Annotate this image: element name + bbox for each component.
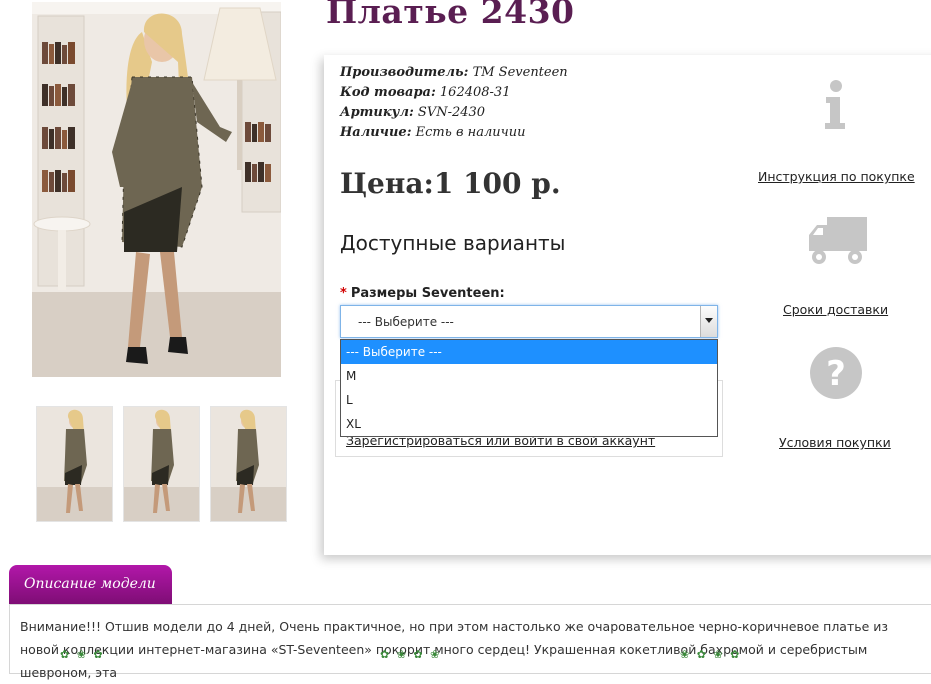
size-option[interactable]: XL [341,412,717,436]
product-price: Цена:1 100 р. [340,167,561,200]
garland-decoration: ✿ ❀ ✿ [60,648,105,661]
info-icon[interactable] [822,79,850,135]
question-icon[interactable]: ? [808,345,864,405]
product-title: Платье 2430 [326,0,575,31]
size-option[interactable]: M [341,364,717,388]
description-text: Внимание!!! Отшив модели до 4 дней, Очен… [20,619,889,680]
info-value: 162408-31 [439,85,511,100]
chevron-down-icon [705,318,713,323]
info-key: Производитель: [340,65,469,80]
availability-row: Наличие: Есть в наличии [340,123,568,143]
size-label: * Размеры Seventeen: [340,286,505,301]
garland-decoration: ❀ ✿ ❀ ✿ [680,648,742,661]
info-key: Код товара: [340,85,436,100]
info-key: Наличие: [340,125,412,140]
main-product-photo[interactable] [32,2,281,377]
product-info: Производитель: ТМ Seventeen Код товара: … [340,63,568,143]
truck-icon[interactable] [807,215,869,271]
size-dropdown-list: --- Выберите --- M L XL [340,339,718,437]
size-select[interactable]: --- Выберите --- [340,305,718,338]
thumbnail-2[interactable] [123,406,200,522]
dropdown-button[interactable] [700,306,717,337]
thumbnail-3[interactable] [210,406,287,522]
thumbnail-1[interactable] [36,406,113,522]
info-value: SVN-2430 [417,105,486,120]
tab-description-label: Описание модели [24,576,156,592]
delivery-time-link[interactable]: Сроки доставки [783,302,888,317]
article-row: Артикул: SVN-2430 [340,103,568,123]
garland-decoration: ✿ ❀ ✿ ❀ [380,648,442,661]
variants-heading: Доступные варианты [340,231,566,255]
size-select-value: --- Выберите --- [358,315,454,329]
info-value: ТМ Seventeen [472,65,568,80]
purchase-conditions-link[interactable]: Условия покупки [779,435,891,450]
info-value: Есть в наличии [415,125,526,140]
size-option[interactable]: --- Выберите --- [341,340,717,364]
size-option[interactable]: L [341,388,717,412]
product-panel: Производитель: ТМ Seventeen Код товара: … [324,55,931,555]
info-key: Артикул: [340,105,414,120]
tab-description[interactable]: Описание модели [9,565,172,605]
required-mark: * [340,286,347,301]
svg-text:?: ? [826,354,846,394]
product-code-row: Код товара: 162408-31 [340,83,568,103]
purchase-instruction-link[interactable]: Инструкция по покупке [758,169,915,184]
size-label-text: Размеры Seventeen: [350,286,505,301]
description-box: Внимание!!! Отшив модели до 4 дней, Очен… [9,604,931,680]
manufacturer-row: Производитель: ТМ Seventeen [340,63,568,83]
